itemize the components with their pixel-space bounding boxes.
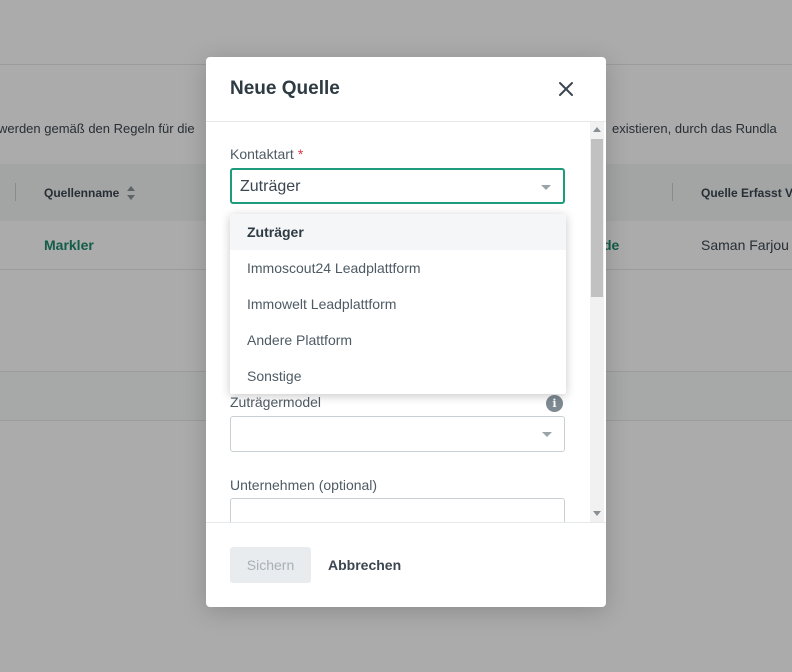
chevron-down-icon — [542, 432, 552, 437]
company-input[interactable] — [230, 498, 565, 522]
modal-scrollbar[interactable] — [590, 122, 604, 522]
close-button[interactable] — [556, 79, 576, 99]
contact-type-label-text: Kontaktart — [230, 146, 294, 162]
modal-footer: Sichern Abbrechen — [206, 522, 606, 608]
dropdown-option[interactable]: Andere Plattform — [230, 322, 566, 358]
scroll-up-arrow-icon[interactable] — [593, 127, 601, 132]
scrollbar-thumb[interactable] — [591, 139, 603, 297]
company-label: Unternehmen (optional) — [230, 477, 378, 493]
modal-header: Neue Quelle — [206, 57, 606, 122]
contact-type-select[interactable]: Zuträger — [230, 168, 565, 204]
supplier-model-label: Zuträgermodel — [230, 394, 322, 410]
info-icon[interactable]: i — [546, 395, 563, 412]
save-button[interactable]: Sichern — [230, 547, 311, 583]
modal-body: Kontaktart * Zuträger Zuträgermodel i Unt… — [206, 122, 606, 522]
supplier-model-select[interactable] — [230, 416, 565, 452]
close-icon — [559, 82, 573, 96]
chevron-down-icon — [541, 185, 551, 190]
dropdown-option[interactable]: Immoscout24 Leadplattform — [230, 250, 566, 286]
new-source-modal: Neue Quelle Kontaktart * Zuträger Zuträge… — [206, 57, 606, 607]
contact-type-value: Zuträger — [240, 178, 301, 195]
dropdown-option[interactable]: Zuträger — [230, 214, 566, 250]
cancel-button[interactable]: Abbrechen — [328, 547, 401, 583]
contact-type-dropdown: Zuträger Immoscout24 Leadplattform Immow… — [230, 214, 566, 394]
dropdown-option[interactable]: Immowelt Leadplattform — [230, 286, 566, 322]
dropdown-option[interactable]: Sonstige — [230, 358, 566, 394]
scroll-down-arrow-icon[interactable] — [593, 511, 601, 516]
required-marker: * — [297, 146, 304, 162]
modal-title: Neue Quelle — [230, 78, 340, 99]
contact-type-label: Kontaktart * — [230, 146, 303, 162]
